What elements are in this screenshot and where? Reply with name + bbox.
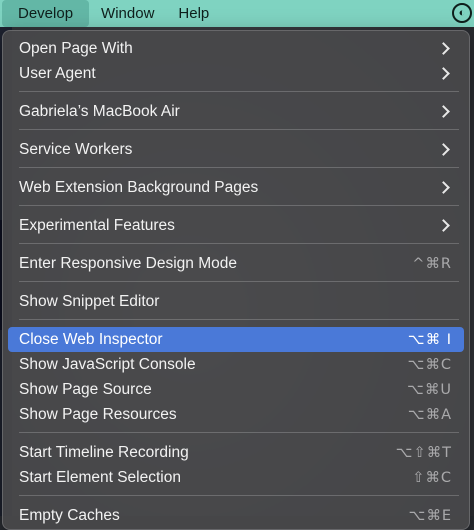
menu-item-label: Show JavaScript Console [19,356,196,373]
menu-item-label: Open Page With [19,40,133,57]
menu-item-shortcut: ⌥⌘U [407,381,452,398]
menu-item-label: Enter Responsive Design Mode [19,255,237,272]
menu-item-show-javascript-console[interactable]: Show JavaScript Console ⌥⌘C [8,352,464,377]
menu-separator [19,243,459,244]
menu-item-shortcut: ^⌘R [412,255,452,272]
menu-item-device[interactable]: Gabriela’s MacBook Air [8,99,464,124]
menu-separator [19,91,459,92]
menu-separator [19,167,459,168]
menu-separator [19,319,459,320]
menu-item-label: Start Timeline Recording [19,444,189,461]
menu-item-web-extension-background-pages[interactable]: Web Extension Background Pages [8,175,464,200]
chevron-right-icon [437,42,450,55]
chevron-right-icon [437,67,450,80]
menu-item-label: Show Snippet Editor [19,293,160,310]
menu-item-label: Gabriela’s MacBook Air [19,103,180,120]
menu-item-shortcut: ⌥⌘ I [407,331,452,348]
chevron-right-icon [437,143,450,156]
menu-item-close-web-inspector[interactable]: Close Web Inspector ⌥⌘ I [8,327,464,352]
menu-item-shortcut: ⌥⌘A [407,406,452,423]
menubar-help[interactable]: Help [166,0,221,27]
menu-item-shortcut: ⌥⇧⌘T [395,444,452,461]
menu-item-open-page-with[interactable]: Open Page With [8,36,464,61]
chevron-right-icon [437,219,450,232]
menu-item-label: Show Page Source [19,381,152,398]
menu-item-responsive-design-mode[interactable]: Enter Responsive Design Mode ^⌘R [8,251,464,276]
menu-item-experimental-features[interactable]: Experimental Features [8,213,464,238]
menu-item-start-element-selection[interactable]: Start Element Selection ⇧⌘C [8,465,464,490]
menu-item-shortcut: ⌥⌘C [407,356,452,373]
menu-separator [19,129,459,130]
chevron-right-icon [437,181,450,194]
menu-bar: Develop Window Help ◐ [0,0,474,27]
menu-item-user-agent[interactable]: User Agent [8,61,464,86]
menu-item-start-timeline-recording[interactable]: Start Timeline Recording ⌥⇧⌘T [8,440,464,465]
chevron-right-icon [437,105,450,118]
menubar-window[interactable]: Window [89,0,166,27]
menu-item-label: Experimental Features [19,217,175,234]
menu-item-service-workers[interactable]: Service Workers [8,137,464,162]
menu-item-show-page-resources[interactable]: Show Page Resources ⌥⌘A [8,402,464,427]
menu-item-label: User Agent [19,65,96,82]
menu-item-label: Service Workers [19,141,133,158]
menu-item-shortcut: ⇧⌘C [412,469,452,486]
menu-separator [19,205,459,206]
menu-item-show-snippet-editor[interactable]: Show Snippet Editor [8,289,464,314]
menu-separator [19,495,459,496]
menu-item-label: Start Element Selection [19,469,181,486]
menu-separator [19,432,459,433]
menu-item-label: Close Web Inspector [19,331,163,348]
menu-item-label: Web Extension Background Pages [19,179,259,196]
menubar-develop[interactable]: Develop [2,0,90,27]
status-circle-icon[interactable]: ◐ [452,3,472,23]
develop-menu: Open Page With User Agent Gabriela’s Mac… [2,30,470,530]
menu-item-show-page-source[interactable]: Show Page Source ⌥⌘U [8,377,464,402]
menu-separator [19,281,459,282]
menu-item-label: Show Page Resources [19,406,177,423]
